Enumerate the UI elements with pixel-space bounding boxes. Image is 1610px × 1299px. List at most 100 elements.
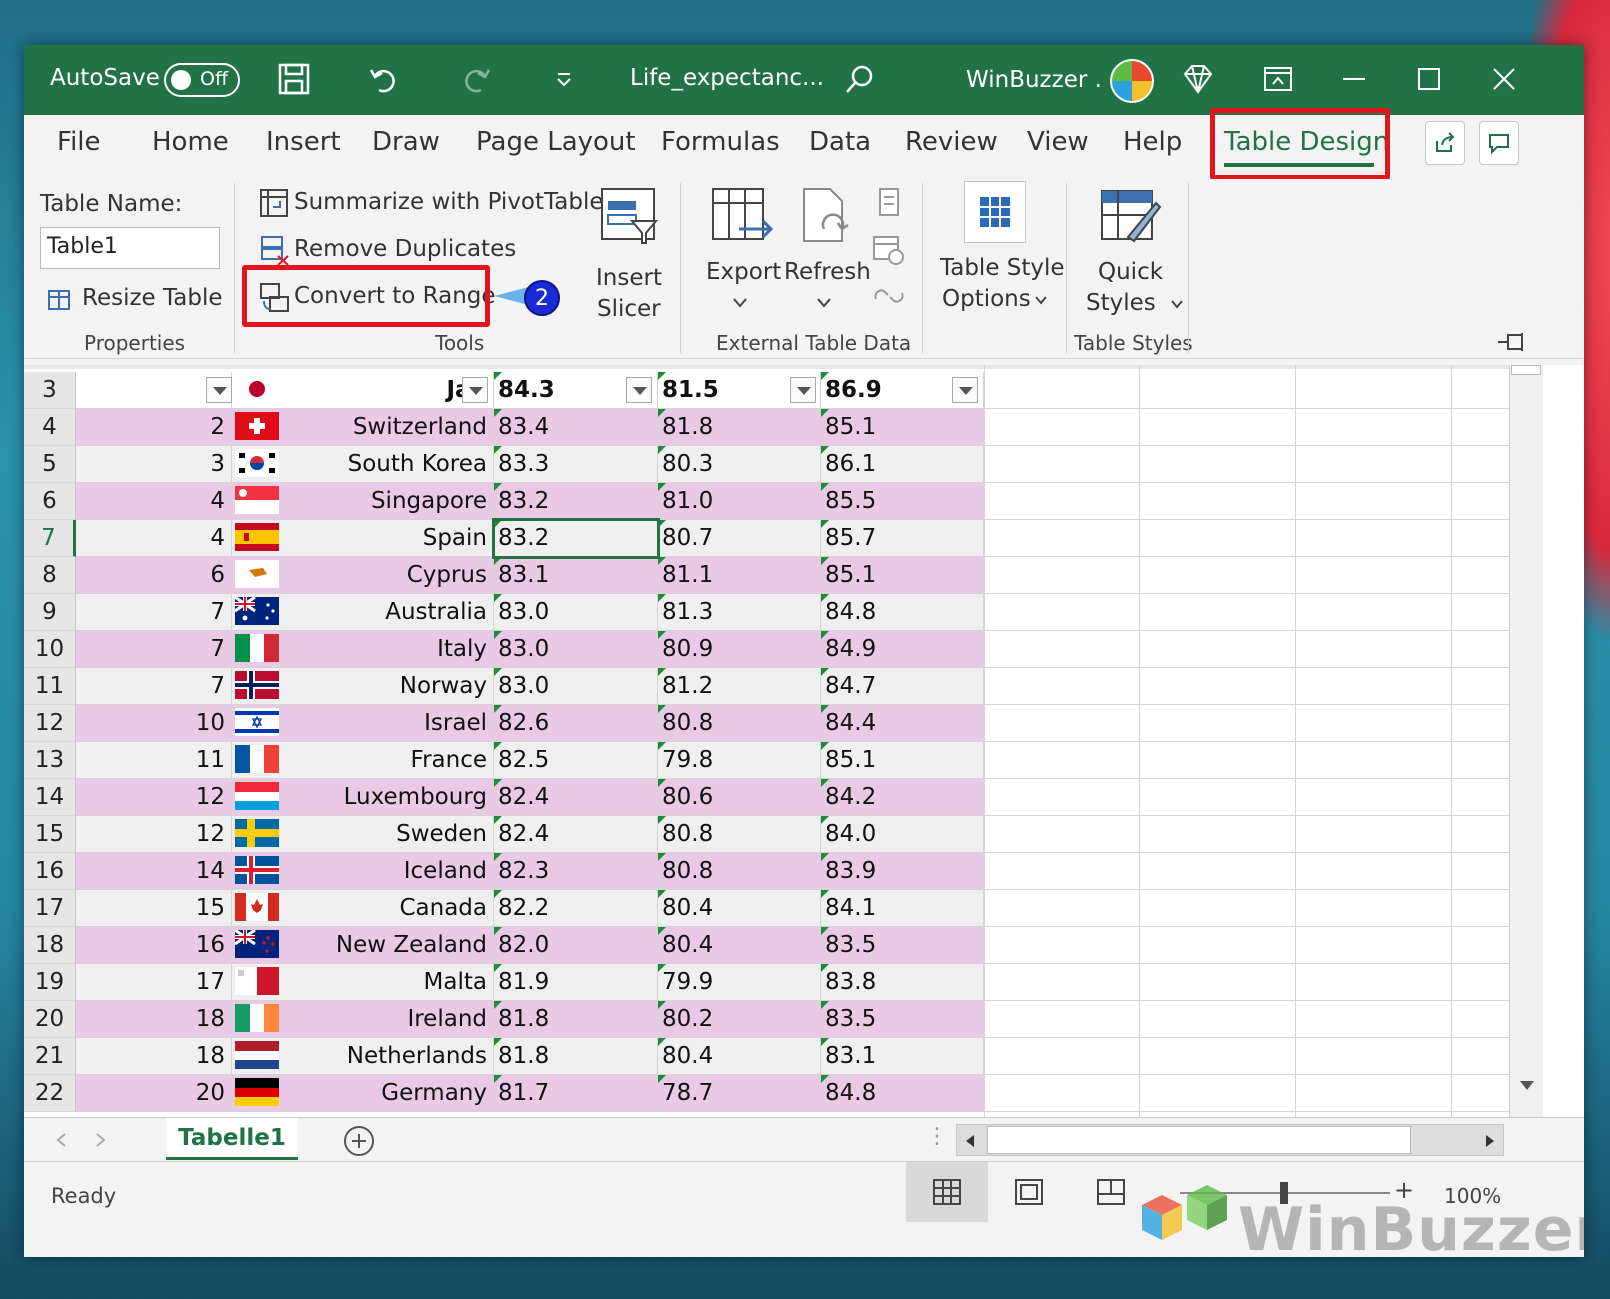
- cell-c3[interactable]: 86.1: [821, 446, 984, 483]
- cell-rank[interactable]: 16: [76, 927, 232, 964]
- empty-cells[interactable]: [984, 927, 1509, 964]
- cell-c1[interactable]: 83.0: [494, 668, 658, 705]
- cell-c1[interactable]: 82.3: [494, 853, 658, 890]
- cell-c2[interactable]: 81.3: [658, 594, 821, 631]
- cell-rank[interactable]: 14: [76, 853, 232, 890]
- cell-c1[interactable]: 83.1: [494, 557, 658, 594]
- tab-page-layout[interactable]: Page Layout: [476, 127, 636, 157]
- cell-c2[interactable]: 80.6: [658, 779, 821, 816]
- cell-c3[interactable]: 85.1: [821, 742, 984, 779]
- row-number[interactable]: 11: [24, 668, 76, 705]
- customize-qat-icon[interactable]: [544, 59, 584, 99]
- cell-c2[interactable]: 80.8: [658, 853, 821, 890]
- cell-c3[interactable]: 84.2: [821, 779, 984, 816]
- row-number[interactable]: 18: [24, 927, 76, 964]
- cell-c1[interactable]: 82.6: [494, 705, 658, 742]
- cell-rank[interactable]: 7: [76, 668, 232, 705]
- cell-c3[interactable]: 83.8: [821, 964, 984, 1001]
- cell-c1[interactable]: 82.4: [494, 816, 658, 853]
- row-number[interactable]: 19: [24, 964, 76, 1001]
- cell-rank[interactable]: 6: [76, 557, 232, 594]
- cell-rank[interactable]: 7: [76, 594, 232, 631]
- cell-c3[interactable]: 84.8: [821, 1075, 984, 1112]
- unlink-icon[interactable]: [872, 281, 906, 311]
- empty-cells[interactable]: [984, 446, 1509, 483]
- row-number[interactable]: 6: [24, 483, 76, 520]
- empty-cells[interactable]: [984, 890, 1509, 927]
- tab-file[interactable]: File: [57, 127, 101, 157]
- pin-ribbon-icon[interactable]: [1496, 331, 1530, 353]
- cell-c2[interactable]: 81.8: [658, 409, 821, 446]
- empty-cells[interactable]: [984, 409, 1509, 446]
- page-layout-view-icon[interactable]: [1014, 1178, 1044, 1206]
- comments-icon[interactable]: [1479, 121, 1519, 165]
- horizontal-scroll-thumb[interactable]: [987, 1126, 1411, 1154]
- row-number[interactable]: 13: [24, 742, 76, 779]
- cell-c3[interactable]: 83.9: [821, 853, 984, 890]
- cell-c2[interactable]: 81.0: [658, 483, 821, 520]
- cell-c3[interactable]: 85.5: [821, 483, 984, 520]
- cell-rank[interactable]: 12: [76, 816, 232, 853]
- cell-c3[interactable]: 84.0: [821, 816, 984, 853]
- cell-c1[interactable]: 83.0: [494, 631, 658, 668]
- empty-cells[interactable]: [984, 1001, 1509, 1038]
- empty-cells[interactable]: [984, 631, 1509, 668]
- table-name-input[interactable]: Table1: [40, 227, 220, 269]
- cell-c1[interactable]: 81.7: [494, 1075, 658, 1112]
- row-number[interactable]: 22: [24, 1075, 76, 1112]
- filter-dropdown-button[interactable]: [462, 377, 488, 403]
- properties-icon[interactable]: [874, 187, 904, 217]
- cell-rank[interactable]: 15: [76, 890, 232, 927]
- row-number[interactable]: 12: [24, 705, 76, 742]
- row-number[interactable]: 8: [24, 557, 76, 594]
- cell-c1[interactable]: 82.4: [494, 779, 658, 816]
- cell-c2[interactable]: 80.3: [658, 446, 821, 483]
- scroll-left-icon[interactable]: [963, 1133, 977, 1149]
- row-number[interactable]: 4: [24, 409, 76, 446]
- scroll-down-icon[interactable]: [1518, 1079, 1536, 1093]
- tab-data[interactable]: Data: [809, 127, 871, 157]
- tab-formulas[interactable]: Formulas: [661, 127, 780, 157]
- cell-c3[interactable]: 85.1: [821, 409, 984, 446]
- cell-c3[interactable]: 84.4: [821, 705, 984, 742]
- table-style-options-button[interactable]: Table Style Options: [938, 179, 1058, 345]
- empty-cells[interactable]: [984, 520, 1509, 557]
- row-number[interactable]: 10: [24, 631, 76, 668]
- row-number[interactable]: 3: [24, 372, 76, 409]
- cell-rank[interactable]: 20: [76, 1075, 232, 1112]
- empty-cells[interactable]: [984, 1038, 1509, 1075]
- empty-cells[interactable]: [984, 964, 1509, 1001]
- row-number[interactable]: 5: [24, 446, 76, 483]
- save-icon[interactable]: [274, 59, 314, 99]
- cell-c2[interactable]: 80.8: [658, 705, 821, 742]
- normal-view-button[interactable]: [906, 1162, 988, 1222]
- empty-cells[interactable]: [984, 372, 1509, 409]
- cell-c1[interactable]: 82.5: [494, 742, 658, 779]
- diamond-icon[interactable]: [1178, 59, 1218, 99]
- sheet-next-icon[interactable]: [94, 1132, 108, 1148]
- cell-c2[interactable]: 79.8: [658, 742, 821, 779]
- ribbon-display-icon[interactable]: [1258, 59, 1298, 99]
- cell-c3[interactable]: 84.7: [821, 668, 984, 705]
- cell-c3[interactable]: 84.8: [821, 594, 984, 631]
- cell-c1[interactable]: 81.9: [494, 964, 658, 1001]
- cell-c2[interactable]: 80.4: [658, 927, 821, 964]
- empty-cells[interactable]: [984, 483, 1509, 520]
- cell-rank[interactable]: 11: [76, 742, 232, 779]
- empty-cells[interactable]: [984, 1075, 1509, 1112]
- scroll-right-icon[interactable]: [1483, 1133, 1497, 1149]
- filter-dropdown-button[interactable]: [626, 377, 652, 403]
- cell-rank[interactable]: 4: [76, 520, 232, 557]
- cell-rank[interactable]: 4: [76, 483, 232, 520]
- filter-dropdown-button[interactable]: [206, 377, 232, 403]
- cell-c1[interactable]: 83.4: [494, 409, 658, 446]
- scroll-thumb[interactable]: [1511, 365, 1541, 375]
- tab-review[interactable]: Review: [905, 127, 998, 157]
- tab-insert[interactable]: Insert: [266, 127, 341, 157]
- cell-c2[interactable]: 80.4: [658, 890, 821, 927]
- insert-slicer-button[interactable]: Insert Slicer: [592, 185, 664, 325]
- cell-c3[interactable]: 83.5: [821, 927, 984, 964]
- cell-c3[interactable]: 83.1: [821, 1038, 984, 1075]
- minimize-icon[interactable]: [1334, 59, 1374, 99]
- empty-cells[interactable]: [984, 705, 1509, 742]
